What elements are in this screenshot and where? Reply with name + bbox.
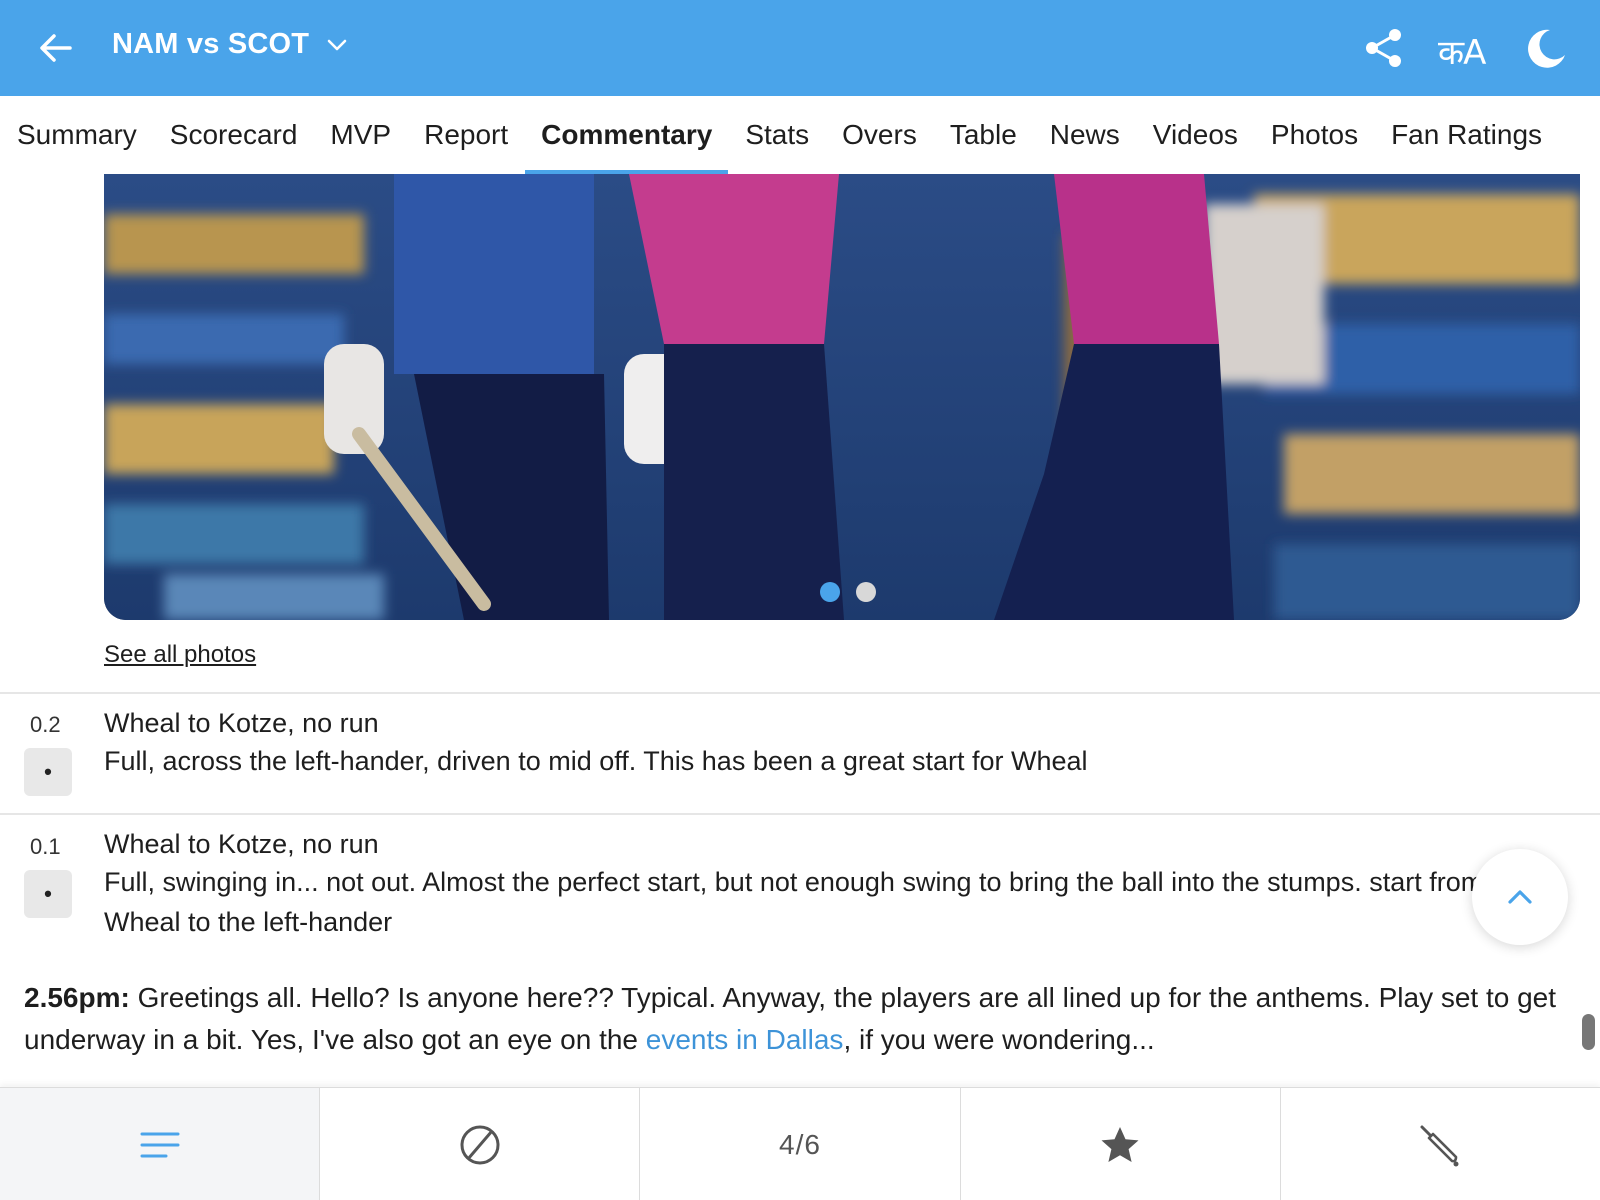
note-time: 2.56pm: xyxy=(24,982,130,1013)
ball-result-badge: • xyxy=(24,870,72,918)
star-icon xyxy=(1101,1126,1139,1162)
tab-commentary[interactable]: Commentary xyxy=(525,96,729,174)
language-toggle[interactable]: कA xyxy=(1438,28,1486,74)
tab-summary[interactable]: Summary xyxy=(17,96,137,174)
bottom-nav-batting[interactable] xyxy=(1281,1088,1600,1200)
divider xyxy=(0,692,1600,694)
fours-sixes-label: 4/6 xyxy=(779,1128,821,1160)
note-text-end: , if you were wondering... xyxy=(843,1024,1155,1055)
tab-fan-ratings[interactable]: Fan Ratings xyxy=(1391,96,1542,174)
chevron-down-icon xyxy=(327,39,347,50)
commentary-text: Full, across the left-hander, driven to … xyxy=(104,746,1088,776)
back-arrow-icon[interactable] xyxy=(34,26,78,70)
bottom-nav-favourite[interactable] xyxy=(961,1088,1281,1200)
tab-videos[interactable]: Videos xyxy=(1153,96,1238,174)
see-all-photos-link[interactable]: See all photos xyxy=(104,641,256,669)
events-in-dallas-link[interactable]: events in Dallas xyxy=(646,1024,844,1055)
divider xyxy=(0,813,1600,815)
carousel-dot-2[interactable] xyxy=(856,582,876,602)
tab-overs[interactable]: Overs xyxy=(842,96,917,174)
photo-carousel-image[interactable] xyxy=(104,174,1580,620)
match-title: NAM vs SCOT xyxy=(112,28,310,60)
tab-mvp[interactable]: MVP xyxy=(330,96,391,174)
bottom-nav: 4/6 xyxy=(0,1087,1600,1200)
carousel-pagination xyxy=(820,582,876,602)
commentary-text: Full, swinging in... not out. Almost the… xyxy=(104,867,1484,937)
tab-news[interactable]: News xyxy=(1050,96,1120,174)
tab-bar: Summary Scorecard MVP Report Commentary … xyxy=(0,96,1600,174)
ball-result-badge: • xyxy=(24,748,72,796)
app-header: NAM vs SCOT कA xyxy=(0,0,1600,96)
tab-stats[interactable]: Stats xyxy=(745,96,809,174)
tab-table[interactable]: Table xyxy=(950,96,1017,174)
carousel-dot-1[interactable] xyxy=(820,582,840,602)
commentary-title: Wheal to Kotze, no run xyxy=(104,708,379,738)
tab-report[interactable]: Report xyxy=(424,96,508,174)
match-selector[interactable]: NAM vs SCOT xyxy=(112,28,349,61)
tab-photos[interactable]: Photos xyxy=(1271,96,1358,174)
scrollbar-thumb[interactable] xyxy=(1582,1014,1595,1050)
over-number: 0.2 xyxy=(30,712,61,737)
bottom-nav-commentary[interactable] xyxy=(0,1088,321,1200)
scroll-to-top-button[interactable] xyxy=(1472,849,1568,945)
commentary-note: 2.56pm: Greetings all. Hello? Is anyone … xyxy=(24,977,1564,1061)
chevron-up-icon xyxy=(1508,890,1532,904)
over-number: 0.1 xyxy=(30,834,61,859)
moon-icon[interactable] xyxy=(1524,26,1568,70)
tab-scorecard[interactable]: Scorecard xyxy=(170,96,298,174)
share-icon[interactable] xyxy=(1362,26,1406,70)
bottom-nav-ball[interactable] xyxy=(320,1088,641,1200)
bottom-nav-4s-6s[interactable]: 4/6 xyxy=(640,1088,961,1200)
cricket-ball-icon xyxy=(460,1125,500,1164)
commentary-lines-icon xyxy=(140,1132,180,1157)
cricket-bat-icon xyxy=(1420,1125,1459,1166)
commentary-title: Wheal to Kotze, no run xyxy=(104,829,379,859)
